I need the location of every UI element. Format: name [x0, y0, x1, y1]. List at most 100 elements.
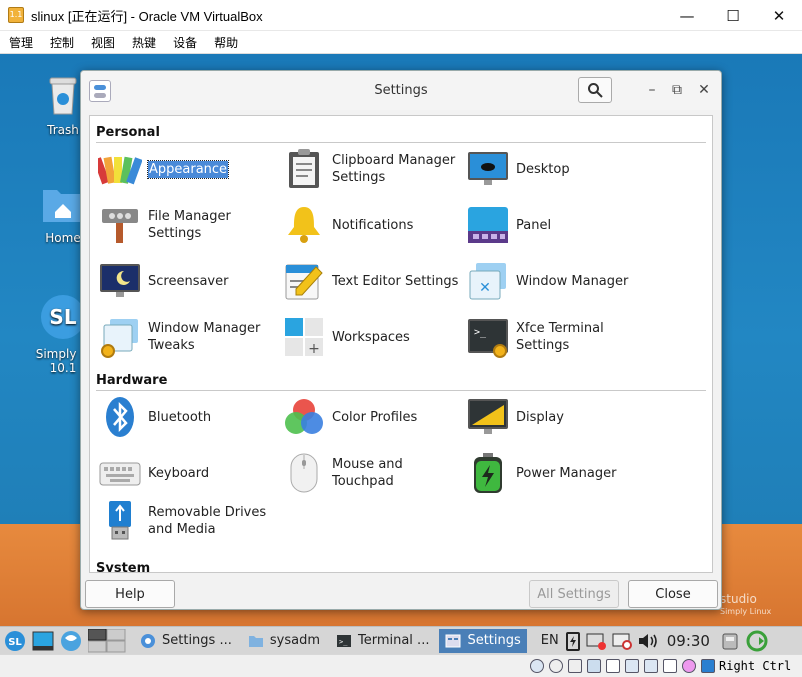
menu-view[interactable]: 视图 — [82, 34, 123, 51]
item-appearance[interactable]: Appearance — [98, 145, 278, 193]
mouse-icon — [290, 453, 318, 493]
svg-text:>_: >_ — [339, 638, 348, 646]
guest-desktop: Trash Home SL Simply Li 10.1 studio Simp… — [0, 54, 802, 626]
item-panel[interactable]: Panel — [466, 201, 646, 249]
task-label: Terminal ... — [357, 633, 430, 648]
network-status-icon[interactable] — [663, 659, 677, 673]
folder-icon — [248, 635, 263, 647]
audio-status-icon[interactable] — [568, 659, 582, 673]
guest-taskbar: SL Settings ... sysadm >_ Terminal ... S… — [0, 626, 802, 654]
menu-help[interactable]: 帮助 — [205, 34, 246, 51]
show-desktop-icon[interactable] — [32, 630, 54, 652]
item-bluetooth[interactable]: Bluetooth — [98, 393, 278, 441]
logout-icon[interactable] — [746, 630, 768, 652]
svg-text:✕: ✕ — [479, 280, 491, 296]
virtualization-status-icon[interactable] — [682, 659, 696, 673]
close-button[interactable]: ✕ — [695, 82, 713, 98]
task-settings-browser[interactable]: Settings ... — [134, 629, 238, 653]
section-system: System — [96, 561, 151, 573]
section-personal: Personal — [96, 125, 160, 140]
item-window-manager[interactable]: ✕ Window Manager — [466, 257, 646, 305]
virtualbox-logo-icon: 1.1 — [8, 7, 24, 23]
item-color-profiles[interactable]: Color Profiles — [282, 393, 462, 441]
item-keyboard[interactable]: Keyboard — [98, 449, 278, 497]
screensaver-icon — [100, 264, 140, 297]
panel-icon — [468, 207, 508, 243]
simply-linux-menu-icon[interactable]: SL — [4, 630, 26, 652]
mouse-integration-icon[interactable] — [701, 659, 715, 673]
maximize-button[interactable]: ⧉ — [668, 82, 686, 98]
shared-folders-icon[interactable] — [606, 659, 620, 673]
item-label: Workspaces — [332, 329, 410, 345]
task-terminal[interactable]: >_ Terminal ... — [330, 629, 435, 653]
item-terminal-settings[interactable]: >_ Xfce Terminal Settings — [466, 313, 646, 361]
optical-drive-icon[interactable] — [549, 659, 563, 673]
folder-home-icon — [43, 190, 83, 222]
battery-tray-icon[interactable] — [565, 631, 581, 651]
video-capture-icon[interactable] — [644, 659, 658, 673]
search-button[interactable] — [578, 77, 612, 103]
window-manager-icon: ✕ — [469, 263, 506, 300]
task-label: Settings — [467, 633, 521, 648]
minimize-button[interactable]: – — [643, 82, 661, 98]
item-label: File Manager Settings — [148, 209, 231, 241]
item-removable-drives[interactable]: Removable Drives and Media — [98, 497, 278, 545]
hdd-status-icon[interactable] — [530, 659, 544, 673]
settings-content: Personal Appearance Clipboard Manager Se… — [89, 115, 713, 573]
item-label: Appearance — [146, 159, 230, 179]
host-key-label: Right Ctrl — [719, 659, 792, 673]
notifications-tray-icon[interactable] — [611, 631, 633, 651]
item-text-editor[interactable]: Text Editor Settings — [282, 257, 462, 305]
task-sysadm[interactable]: sysadm — [242, 629, 326, 653]
item-wm-tweaks[interactable]: Window Manager Tweaks — [98, 313, 278, 361]
host-close-button[interactable]: ✕ — [756, 0, 802, 31]
watermark-line2: Simply Linux — [720, 607, 772, 616]
item-label: Screensaver — [148, 273, 229, 289]
usb-status-icon[interactable] — [587, 659, 601, 673]
display-status-icon[interactable] — [625, 659, 639, 673]
menu-manage[interactable]: 管理 — [0, 34, 41, 51]
trash-icon — [49, 77, 77, 115]
search-icon — [588, 83, 603, 98]
item-label: Bluetooth — [148, 409, 212, 425]
battery-icon — [474, 453, 502, 493]
workspaces-icon: + — [285, 318, 323, 357]
item-notifications[interactable]: Notifications — [282, 201, 462, 249]
settings-header: Settings – ⧉ ✕ — [81, 71, 721, 110]
close-dialog-button[interactable]: Close — [628, 580, 718, 608]
browser-launcher-icon[interactable] — [60, 630, 82, 652]
help-button[interactable]: Help — [85, 580, 175, 608]
item-workspaces[interactable]: + Workspaces — [282, 313, 462, 361]
clock[interactable]: 09:30 — [667, 632, 710, 650]
toggle-view-icon[interactable] — [89, 80, 111, 102]
network-tray-icon[interactable] — [585, 631, 607, 651]
item-power-manager[interactable]: Power Manager — [466, 449, 646, 497]
all-settings-button[interactable]: All Settings — [529, 580, 619, 608]
volume-icon[interactable] — [637, 631, 659, 651]
svg-text:SL: SL — [8, 637, 22, 648]
task-settings-active[interactable]: Settings — [439, 628, 527, 653]
item-label: Window Manager — [516, 273, 629, 289]
item-label: Desktop — [516, 161, 570, 177]
item-label: Window Manager Tweaks — [148, 321, 261, 353]
keyboard-layout-indicator[interactable]: EN — [541, 633, 559, 648]
watermark-line1: studio — [720, 592, 757, 606]
workspace-switcher-icon[interactable] — [88, 628, 126, 653]
menu-control[interactable]: 控制 — [41, 34, 82, 51]
host-window-title: slinux [正在运行] - Oracle VM VirtualBox — [31, 8, 263, 24]
separator — [96, 390, 706, 391]
item-file-manager[interactable]: File Manager Settings — [98, 201, 278, 249]
menu-devices[interactable]: 设备 — [164, 34, 205, 51]
host-minimize-button[interactable]: — — [664, 0, 710, 31]
session-tray-icon[interactable] — [720, 631, 740, 651]
item-mouse[interactable]: Mouse and Touchpad — [282, 449, 462, 497]
item-label: Text Editor Settings — [332, 273, 459, 289]
menu-hotkeys[interactable]: 热键 — [123, 34, 164, 51]
item-clipboard-manager[interactable]: Clipboard Manager Settings — [282, 145, 462, 193]
item-label: Keyboard — [148, 465, 210, 481]
item-desktop[interactable]: Desktop — [466, 145, 646, 193]
item-display[interactable]: Display — [466, 393, 646, 441]
host-maximize-button[interactable]: ☐ — [710, 0, 756, 31]
settings-icon — [445, 634, 461, 647]
item-screensaver[interactable]: Screensaver — [98, 257, 278, 305]
